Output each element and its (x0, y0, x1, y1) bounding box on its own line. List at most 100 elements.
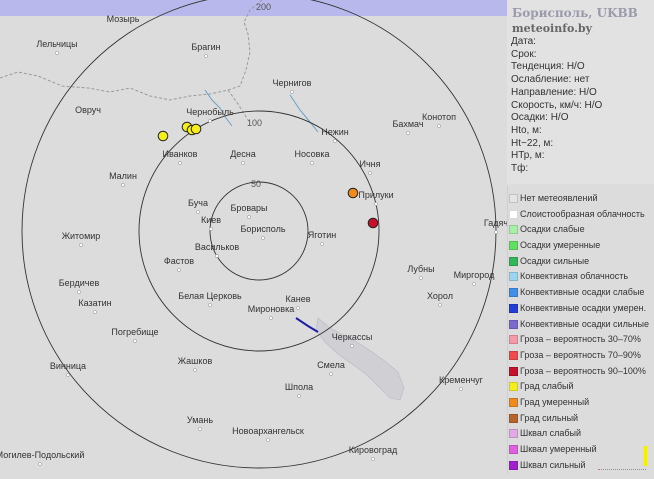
city-label: Шпола (285, 382, 313, 392)
city-label: Бровары (230, 203, 267, 213)
city-marker: Прилуки (358, 190, 394, 206)
city-label: Житомир (62, 231, 101, 241)
city-label: Носовка (294, 149, 329, 159)
city-dot (193, 368, 197, 372)
city-marker: Новоархангельск (232, 426, 304, 442)
info-line: Ht−22, м: (511, 137, 554, 149)
radar-echo[interactable] (367, 217, 379, 229)
city-dot (419, 276, 423, 280)
city-label: Белая Церковь (178, 291, 242, 301)
city-dot (209, 227, 213, 231)
city-marker: Носовка (294, 149, 330, 165)
city-label: Буча (188, 198, 208, 208)
city-marker: Нежин (321, 127, 349, 143)
legend-label: Шквал слабый (520, 428, 582, 439)
station-title: Борисполь, UKBB (512, 6, 638, 20)
city-marker: Лубны (407, 264, 435, 280)
city-label: Овруч (75, 105, 101, 115)
info-line: Тф: (511, 163, 529, 175)
legend-label: Конвективные осадки умерен. (520, 302, 647, 313)
city-label: Фастов (164, 256, 194, 266)
legend-label: Шквал умеренный (520, 444, 597, 454)
city-marker: Лельчицы (36, 39, 78, 55)
scale-indicator-ticks (598, 466, 646, 470)
legend-swatch (509, 256, 518, 266)
city-marker: Брагин (191, 42, 221, 58)
ring-label-50: 50 (251, 179, 261, 189)
ring-label-100: 100 (247, 118, 262, 128)
radar-echo[interactable] (347, 187, 359, 199)
city-label: Смела (317, 360, 345, 370)
city-marker: Иванков (163, 149, 198, 165)
city-marker: Жашков (178, 356, 213, 372)
city-dot (368, 171, 372, 175)
legend-swatch (509, 319, 518, 329)
legend-label: Конвективные осадки слабые (520, 287, 645, 298)
legend-swatch (509, 460, 518, 470)
legend-swatch (509, 209, 518, 219)
city-marker: Десна (230, 149, 256, 165)
info-line: Ослабление: нет (511, 74, 590, 86)
legend-label: Град умеренный (520, 396, 590, 407)
city-marker: Винница (50, 361, 86, 377)
city-marker: Чернигов (273, 78, 312, 94)
city-dot (269, 316, 273, 320)
city-dot (196, 210, 200, 214)
city-label: Прилуки (358, 190, 393, 200)
city-label: Бердичев (59, 278, 100, 288)
city-dot (204, 54, 208, 58)
city-dot (296, 306, 300, 310)
city-label: Миргород (454, 270, 495, 280)
city-label: Погребище (111, 327, 158, 337)
city-marker: Могилев-Подольский (0, 450, 84, 466)
city-dot (208, 119, 212, 123)
city-dot (374, 202, 378, 206)
city-label: Жашков (178, 356, 213, 366)
legend-label: Конвективная облачность (520, 271, 629, 282)
legend-swatch (509, 445, 518, 454)
radar-echo[interactable] (190, 123, 202, 135)
legend-label: Осадки сильные (520, 255, 590, 266)
station-info-panel: Борисполь, UKBB meteoinfo.by Дата: Срок: Т… (507, 0, 654, 184)
city-label: Бахмач (392, 119, 423, 129)
city-dot (247, 215, 251, 219)
city-marker: Житомир (62, 231, 101, 247)
city-dot (329, 372, 333, 376)
city-marker: Гадяч (484, 218, 508, 234)
city-dot (208, 303, 212, 307)
site-name: meteoinfo.by (512, 22, 593, 35)
city-marker: Яготин (308, 230, 336, 246)
city-label: Новоархангельск (232, 426, 304, 436)
city-label: Ичня (359, 159, 380, 169)
city-label: Винница (50, 361, 86, 371)
info-line: НТр, м: (511, 150, 545, 162)
legend-swatch (509, 272, 518, 282)
city-marker: Бровары (230, 203, 268, 219)
city-dot (66, 373, 70, 377)
legend-label: Гроза – вероятность 30–70% (520, 334, 641, 345)
legend-swatch (509, 303, 518, 313)
city-marker: Малин (109, 171, 137, 187)
city-dot (350, 344, 354, 348)
legend-swatch (509, 366, 518, 376)
info-line: Осадки: Н/О (511, 112, 569, 124)
city-dot (472, 282, 476, 286)
radar-echo[interactable] (157, 130, 169, 142)
city-marker: Миргород (454, 270, 495, 286)
city-dot (310, 161, 314, 165)
city-label: Чернобыль (186, 107, 234, 117)
city-dot (79, 243, 83, 247)
legend-swatch (509, 335, 518, 345)
city-dot (406, 131, 410, 135)
legend-swatch (509, 194, 518, 203)
city-marker: Чернобыль (186, 107, 234, 123)
city-dot (290, 90, 294, 94)
station-info-list: Дата: Срок: Тенденция: Н/О Ослабление: нет Н… (511, 36, 602, 176)
city-dot (459, 387, 463, 391)
city-dot (261, 236, 265, 240)
legend-label: Шквал сильный (520, 459, 586, 470)
scale-indicator-bar (644, 446, 647, 466)
legend-swatch (509, 382, 518, 392)
city-marker: Казатин (78, 298, 112, 314)
city-label: Конотоп (422, 112, 456, 122)
